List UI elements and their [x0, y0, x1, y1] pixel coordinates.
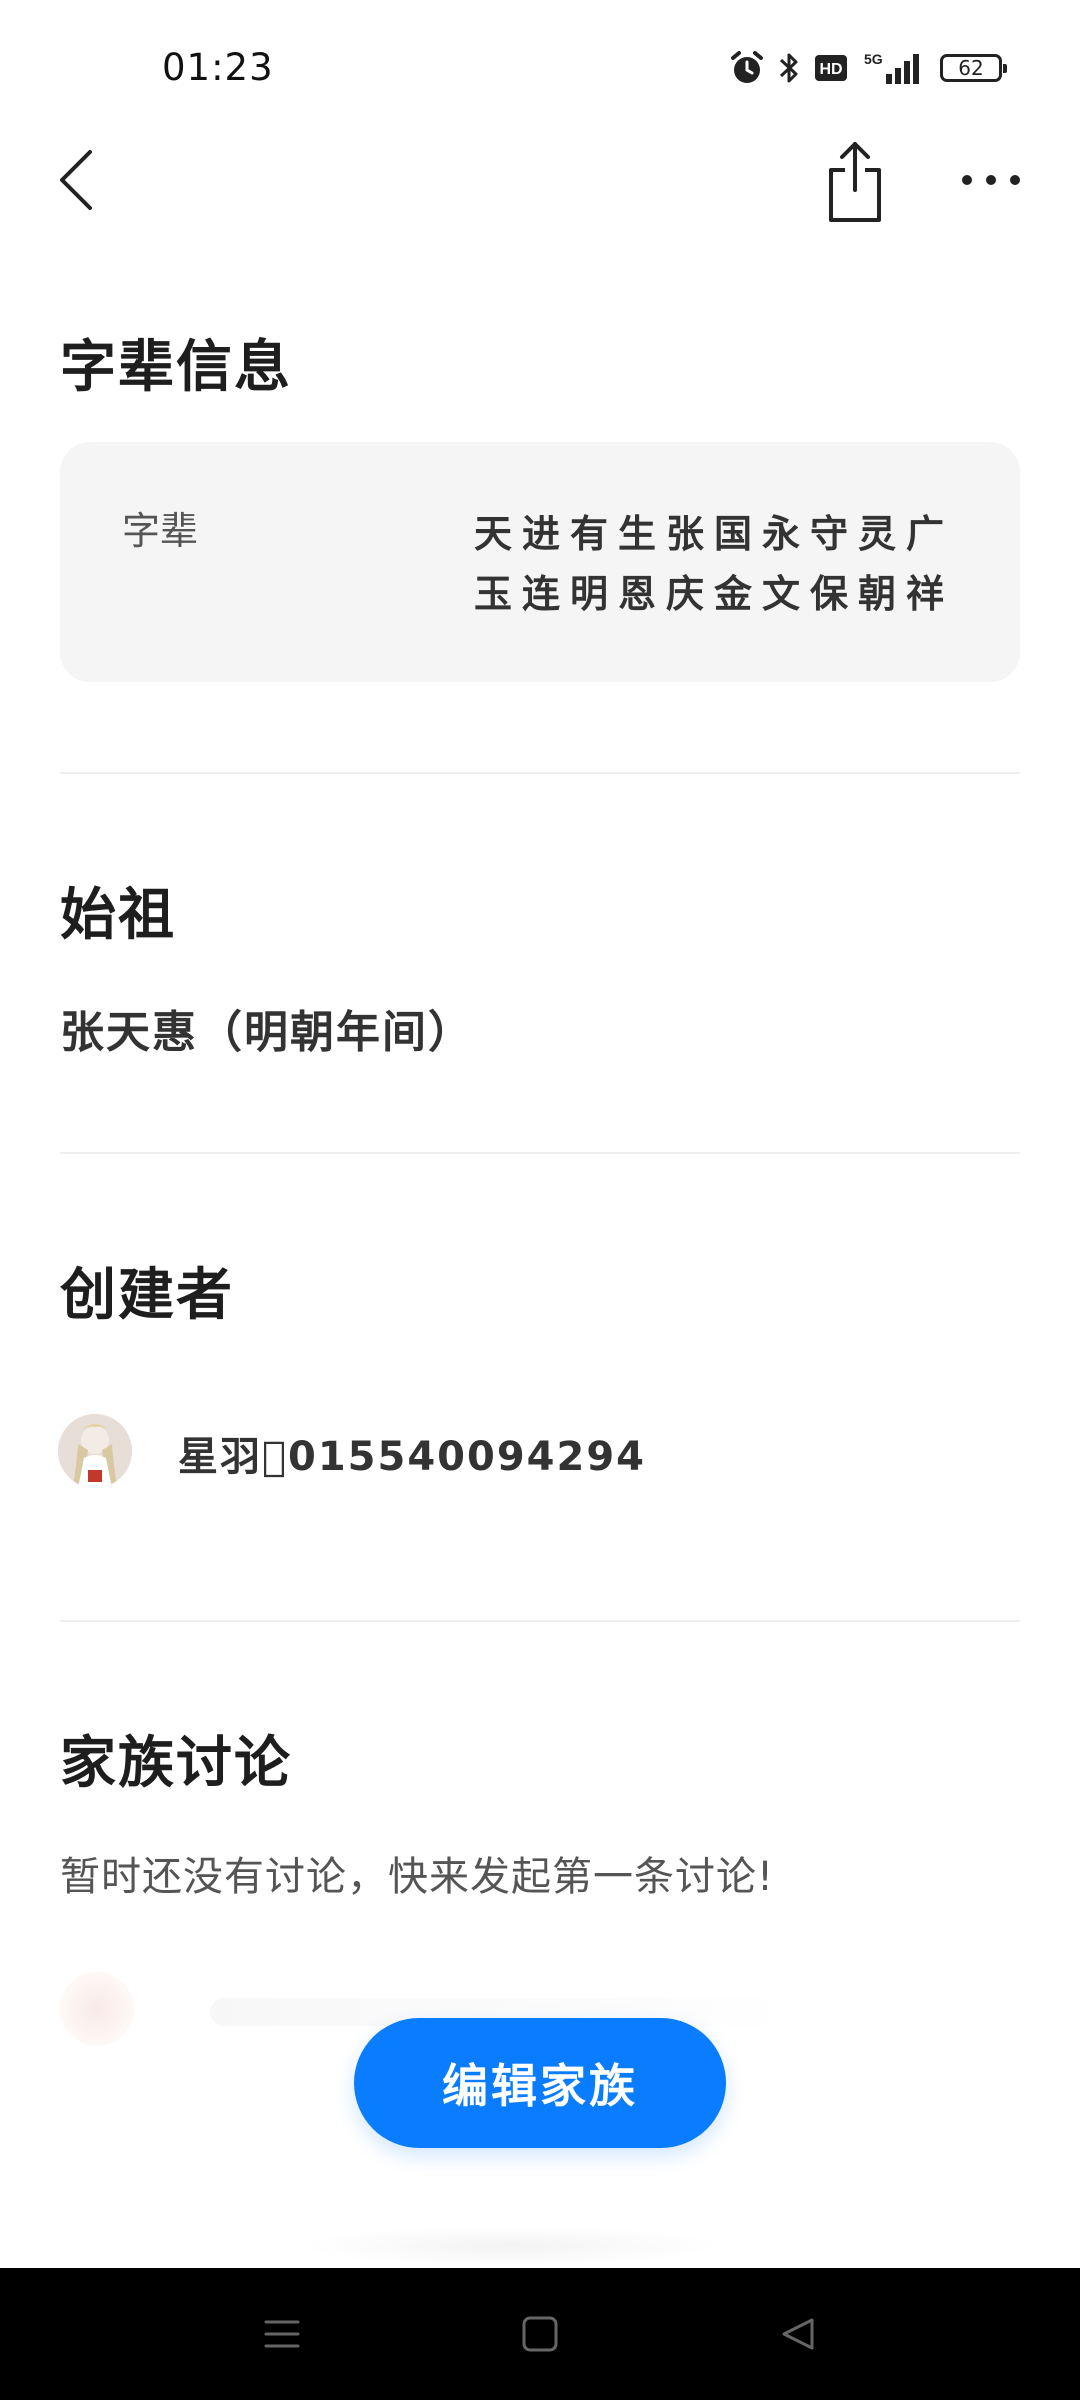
discussion-section-title: 家族讨论	[60, 1731, 292, 1796]
ancestor-value: 张天惠（明朝年间）	[60, 1007, 474, 1058]
ancestor-section-title: 始祖	[60, 883, 176, 948]
avatar[interactable]	[58, 1414, 132, 1488]
battery-level: 62	[940, 54, 1007, 82]
family-detail-screen: 01:23 HD 5G 62 字辈信息 字辈 天进有生张国永守灵广 玉连明恩庆金…	[0, 0, 1080, 2400]
system-back-button[interactable]	[768, 2304, 828, 2364]
divider	[60, 1620, 1020, 1622]
share-button[interactable]	[820, 140, 890, 224]
status-icons: HD 5G 62	[730, 48, 1007, 88]
system-nav-bar	[0, 2268, 1080, 2400]
home-button[interactable]	[510, 2304, 570, 2364]
generation-section-title: 字辈信息	[60, 335, 292, 400]
bottom-fade	[300, 2226, 720, 2266]
generation-card: 字辈 天进有生张国永守灵广 玉连明恩庆金文保朝祥	[60, 442, 1020, 682]
5g-signal-icon: 5G	[862, 50, 926, 86]
edit-family-button[interactable]: 编辑家族	[354, 2018, 726, 2148]
battery-icon: 62	[940, 54, 1007, 82]
home-icon	[522, 2316, 558, 2352]
creator-section-title: 创建者	[60, 1263, 234, 1328]
generation-label: 字辈	[122, 509, 199, 553]
network-label: 5G	[864, 51, 883, 67]
status-time: 01:23	[162, 46, 274, 89]
bluetooth-icon	[778, 50, 800, 86]
generation-line-2: 玉连明恩庆金文保朝祥	[473, 572, 954, 616]
back-button[interactable]	[48, 144, 104, 216]
discussion-empty-text: 暂时还没有讨论，快来发起第一条讨论!	[60, 1854, 775, 1900]
hd-label: HD	[819, 61, 842, 78]
alarm-icon	[730, 50, 764, 86]
divider	[60, 772, 1020, 774]
back-triangle-icon	[782, 2318, 814, 2350]
chevron-left-icon	[60, 150, 92, 210]
hd-icon: HD	[814, 53, 848, 83]
faded-avatar	[60, 1972, 134, 2046]
generation-lines: 天进有生张国永守灵广 玉连明恩庆金文保朝祥	[474, 504, 954, 624]
menu-icon	[264, 2320, 300, 2348]
status-bar: 01:23 HD 5G 62	[0, 0, 1080, 130]
more-button[interactable]	[956, 160, 1026, 200]
divider	[60, 1152, 1020, 1154]
creator-name[interactable]: 星羽 015540094294	[178, 1424, 646, 1482]
more-horizontal-icon	[962, 175, 1020, 185]
recent-apps-button[interactable]	[252, 2304, 312, 2364]
generation-line-1: 天进有生张国永守灵广	[473, 512, 954, 556]
share-icon	[829, 142, 881, 222]
